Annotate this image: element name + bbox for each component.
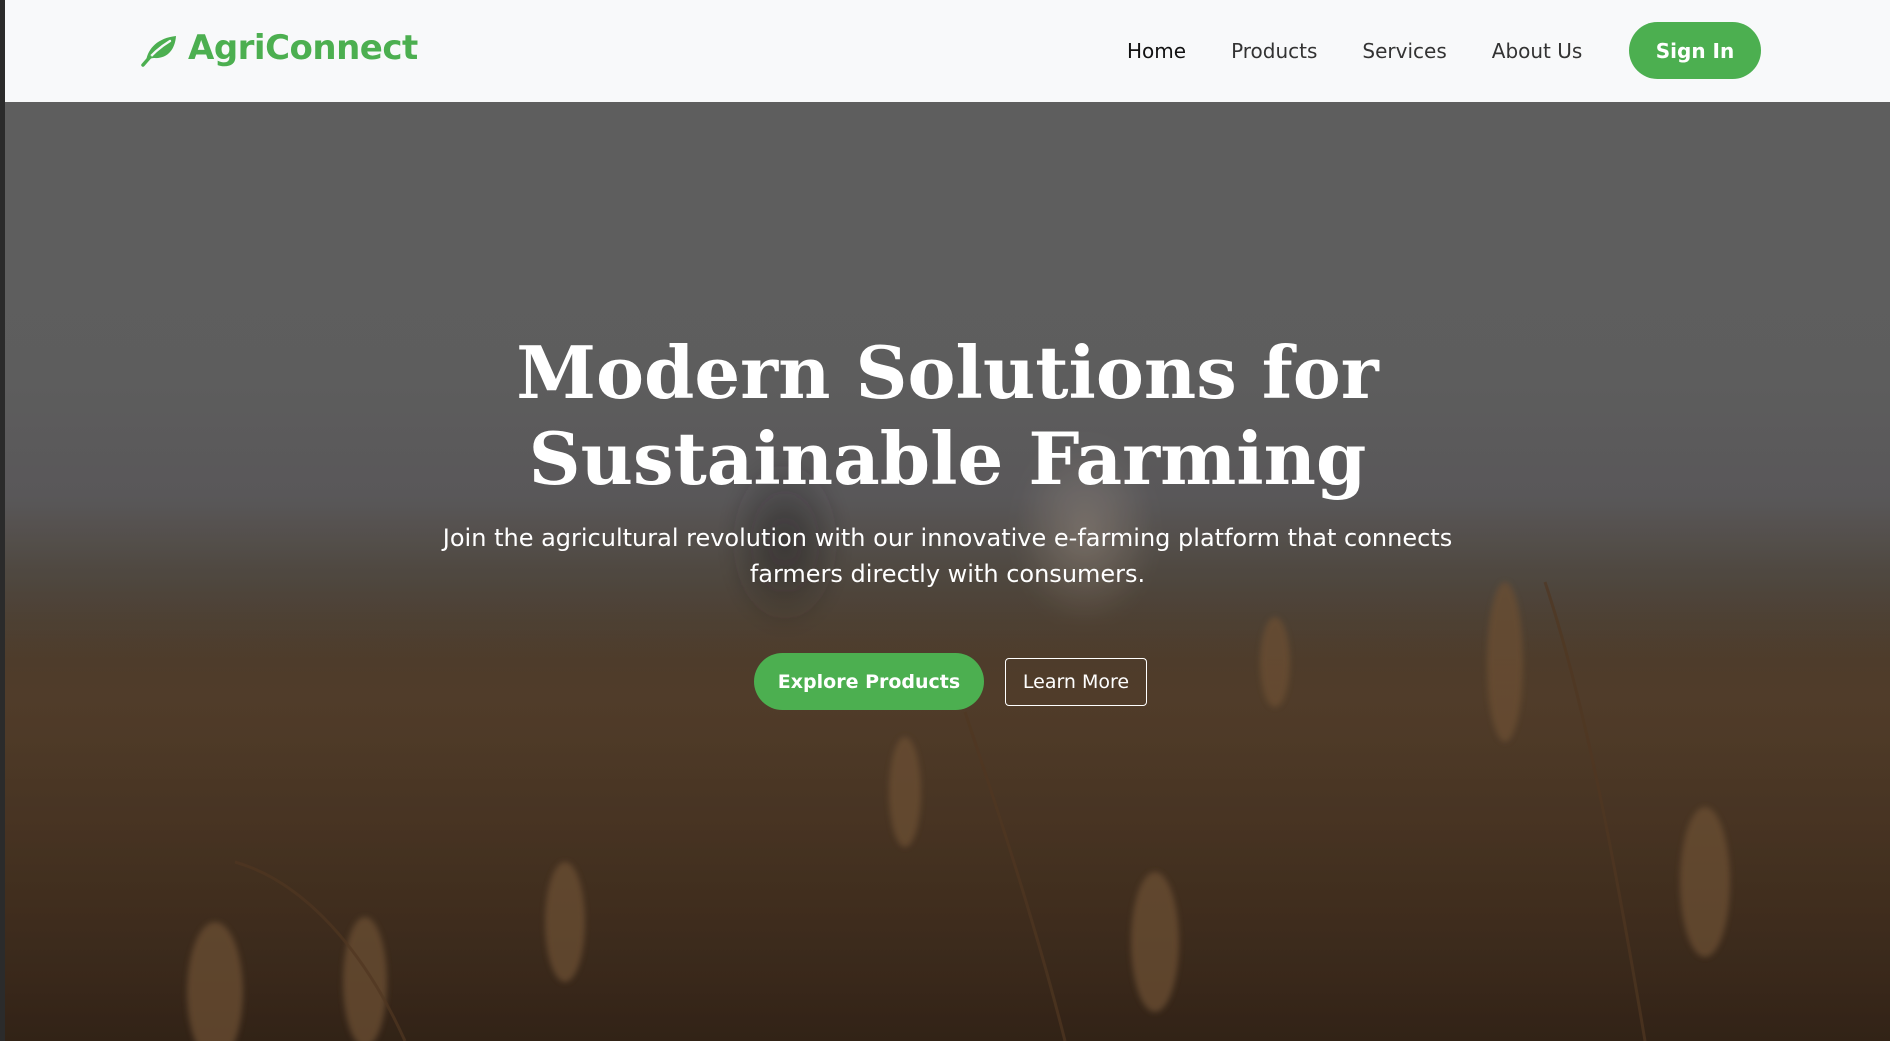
hero-title-line: Modern Solutions for: [516, 330, 1379, 415]
learn-more-button[interactable]: Learn More: [1005, 658, 1147, 706]
nav-menu: Home Products Services About Us: [1127, 0, 1627, 102]
hero-section: Modern Solutions for Sustainable Farming…: [5, 102, 1890, 1041]
brand-logo[interactable]: AgriConnect: [140, 28, 418, 68]
hero-content: Modern Solutions for Sustainable Farming…: [5, 102, 1890, 1041]
hero-subtitle: Join the agricultural revolution with ou…: [5, 520, 1890, 592]
window-edge: [0, 0, 5, 1041]
navbar: AgriConnect Home Products Services About…: [5, 0, 1890, 102]
hero-title: Modern Solutions for Sustainable Farming: [5, 330, 1890, 502]
nav-link-about-us[interactable]: About Us: [1492, 39, 1583, 63]
brand-name: AgriConnect: [188, 28, 418, 68]
explore-products-button[interactable]: Explore Products: [754, 653, 984, 710]
leaf-icon: [140, 28, 180, 68]
nav-link-home[interactable]: Home: [1127, 39, 1186, 63]
sign-in-button[interactable]: Sign In: [1629, 22, 1761, 79]
page: AgriConnect Home Products Services About…: [0, 0, 1890, 1041]
nav-link-services[interactable]: Services: [1362, 39, 1446, 63]
hero-subtitle-line: Join the agricultural revolution with ou…: [442, 524, 1453, 552]
hero-subtitle-line: farmers directly with consumers.: [749, 560, 1146, 588]
nav-link-products[interactable]: Products: [1231, 39, 1317, 63]
hero-title-line: Sustainable Farming: [528, 416, 1367, 501]
